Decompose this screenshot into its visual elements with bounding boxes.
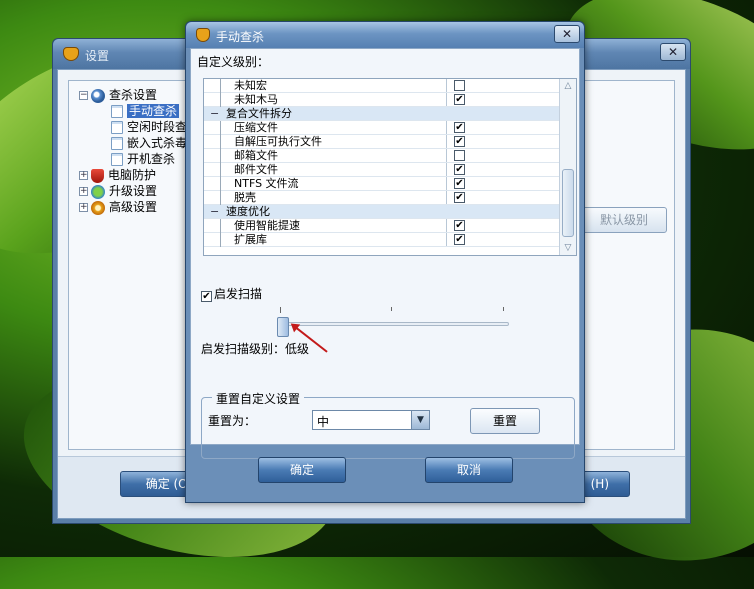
tree-item-scan-settings[interactable]: − 查杀设置 xyxy=(79,87,187,103)
list-item[interactable]: 自解压可执行文件 ✔ xyxy=(204,135,560,149)
list-item-name: 扩展库 xyxy=(234,233,267,246)
collapse-toggle-icon[interactable]: − xyxy=(210,205,219,219)
document-icon xyxy=(111,105,123,118)
list-item-checkbox[interactable]: ✔ xyxy=(454,122,465,133)
heuristic-scan-checkbox[interactable]: ✔ xyxy=(201,291,212,302)
list-scrollbar[interactable]: △ ▽ xyxy=(559,79,576,255)
tree-item-label: 开机查杀 xyxy=(127,152,176,166)
tree-item-idle-scan[interactable]: 空闲时段查 xyxy=(79,119,187,135)
list-item-name: 脱壳 xyxy=(234,191,256,204)
list-item-checkbox[interactable] xyxy=(454,150,465,161)
reset-to-label: 重置为： xyxy=(208,414,257,428)
list-item-name: NTFS 文件流 xyxy=(234,177,299,190)
chevron-down-icon[interactable]: ▼ xyxy=(411,411,429,429)
reset-level-value: 中 xyxy=(317,415,330,429)
dialog-cancel-button[interactable]: 取消 xyxy=(425,457,513,483)
list-group-name: 速度优化 xyxy=(226,205,270,218)
expand-toggle-icon[interactable]: + xyxy=(79,171,88,180)
dialog-close-button[interactable]: ✕ xyxy=(554,25,580,43)
tree-item-label: 嵌入式杀毒 xyxy=(127,136,188,150)
list-item[interactable]: 脱壳 ✔ xyxy=(204,191,560,205)
list-item-name: 自解压可执行文件 xyxy=(234,135,322,148)
reset-button[interactable]: 重置 xyxy=(470,408,540,434)
scroll-up-icon[interactable]: △ xyxy=(563,81,573,91)
slider-tick xyxy=(280,307,281,313)
slider-tick xyxy=(503,307,504,311)
heuristic-scan-checkbox-row[interactable]: ✔ 启发扫描 xyxy=(201,285,262,302)
list-group-header[interactable]: − 复合文件拆分 xyxy=(204,107,560,121)
tree-item-embedded-scan[interactable]: 嵌入式杀毒 xyxy=(79,135,187,151)
heuristic-level-slider[interactable] xyxy=(279,322,509,326)
list-item-checkbox[interactable] xyxy=(454,80,465,91)
app-logo-icon xyxy=(196,28,210,42)
list-item-checkbox[interactable]: ✔ xyxy=(454,192,465,203)
slider-tick xyxy=(391,307,392,311)
dialog-title: 手动查杀 xyxy=(216,30,265,44)
settings-close-button[interactable]: ✕ xyxy=(660,43,686,61)
dialog-ok-button[interactable]: 确定 xyxy=(258,457,346,483)
dialog-titlebar: 手动查杀 ✕ xyxy=(186,22,584,48)
list-item-name: 压缩文件 xyxy=(234,121,278,134)
list-item-checkbox[interactable]: ✔ xyxy=(454,220,465,231)
custom-level-label: 自定义级别： xyxy=(197,55,270,69)
reset-level-select[interactable]: 中 ▼ xyxy=(312,410,430,430)
list-item[interactable]: 邮箱文件 xyxy=(204,149,560,163)
list-item[interactable]: 未知宏 xyxy=(204,79,560,93)
reset-custom-group: 重置自定义设置 重置为： 中 ▼ 重置 xyxy=(201,390,575,459)
heuristic-scan-label: 启发扫描 xyxy=(214,287,263,301)
tree-item-advanced-settings[interactable]: + 高级设置 xyxy=(79,199,187,215)
settings-tree: − 查杀设置 手动查杀 空闲时段查 嵌入式杀毒 开机查杀 + 电脑防护 + 升级… xyxy=(79,87,187,215)
list-item-checkbox[interactable]: ✔ xyxy=(454,94,465,105)
list-group-header[interactable]: − 速度优化 xyxy=(204,205,560,219)
magnifier-icon xyxy=(91,88,105,103)
list-item-checkbox[interactable]: ✔ xyxy=(454,234,465,245)
reset-custom-legend: 重置自定义设置 xyxy=(212,390,305,407)
custom-level-list: 未知宏 未知木马 ✔ − 复合文件拆分 压缩文件 ✔ 自解压可执行文件 ✔ 邮箱… xyxy=(203,78,577,256)
list-item-name: 邮箱文件 xyxy=(234,149,278,162)
document-icon xyxy=(111,153,123,166)
collapse-toggle-icon[interactable]: − xyxy=(79,91,88,100)
list-item[interactable]: 使用智能提速 ✔ xyxy=(204,219,560,233)
heuristic-level-label: 启发扫描级别：低级 xyxy=(201,342,310,356)
tree-item-label: 高级设置 xyxy=(109,200,158,214)
list-item-name: 使用智能提速 xyxy=(234,219,300,232)
update-icon xyxy=(91,184,105,199)
list-item[interactable]: NTFS 文件流 ✔ xyxy=(204,177,560,191)
collapse-toggle-icon[interactable]: − xyxy=(210,107,219,121)
list-item[interactable]: 扩展库 ✔ xyxy=(204,233,560,247)
expand-toggle-icon[interactable]: + xyxy=(79,203,88,212)
tree-item-label: 电脑防护 xyxy=(108,168,157,182)
list-item-name: 未知木马 xyxy=(234,93,278,106)
scrollbar-thumb[interactable] xyxy=(562,169,574,237)
gear-icon xyxy=(91,200,105,215)
list-item-checkbox[interactable]: ✔ xyxy=(454,164,465,175)
tree-item-label: 查杀设置 xyxy=(109,88,158,102)
expand-toggle-icon[interactable]: + xyxy=(79,187,88,196)
tree-item-manual-scan[interactable]: 手动查杀 xyxy=(79,103,187,119)
dialog-body: 自定义级别： 未知宏 未知木马 ✔ − 复合文件拆分 压缩文件 ✔ 自解压可执行… xyxy=(190,48,580,459)
scroll-down-icon[interactable]: ▽ xyxy=(563,243,573,253)
tree-item-boot-scan[interactable]: 开机查杀 xyxy=(79,151,187,167)
list-item-checkbox[interactable]: ✔ xyxy=(454,178,465,189)
list-item-checkbox[interactable]: ✔ xyxy=(454,136,465,147)
list-group-name: 复合文件拆分 xyxy=(226,107,292,120)
manual-scan-dialog: 手动查杀 ✕ 自定义级别： 未知宏 未知木马 ✔ − 复合文件拆分 压缩文件 ✔… xyxy=(185,21,585,503)
list-item-name: 邮件文件 xyxy=(234,163,278,176)
list-item[interactable]: 邮件文件 ✔ xyxy=(204,163,560,177)
list-item[interactable]: 未知木马 ✔ xyxy=(204,93,560,107)
list-item-name: 未知宏 xyxy=(234,79,267,92)
tree-item-label: 升级设置 xyxy=(109,184,158,198)
default-level-button[interactable]: 默认级别 xyxy=(581,207,667,233)
tree-item-label: 手动查杀 xyxy=(127,104,180,118)
shield-icon xyxy=(91,168,104,183)
document-icon xyxy=(111,121,123,134)
tree-item-update-settings[interactable]: + 升级设置 xyxy=(79,183,187,199)
document-icon xyxy=(111,137,123,150)
tree-item-label: 空闲时段查 xyxy=(127,120,188,134)
tree-item-pc-protection[interactable]: + 电脑防护 xyxy=(79,167,187,183)
list-item[interactable]: 压缩文件 ✔ xyxy=(204,121,560,135)
